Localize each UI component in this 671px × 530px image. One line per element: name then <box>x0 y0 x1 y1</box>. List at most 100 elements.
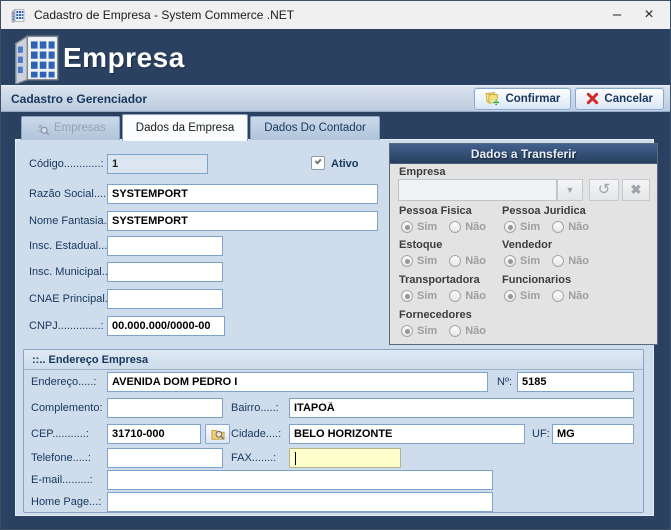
transfer-group-label: Pessoa Fisica <box>399 205 472 217</box>
homepage-label: Home Page...: <box>31 496 102 508</box>
section-header: Cadastro e Gerenciador Confirmar Cancela… <box>1 85 670 112</box>
check-icon <box>314 157 322 165</box>
nome-fantasia-input[interactable] <box>107 211 378 231</box>
radio-nao[interactable] <box>449 221 462 233</box>
transfer-group-fornecedores: Fornecedores Sim Não <box>399 309 498 337</box>
fax-input-focused[interactable] <box>289 448 401 468</box>
radio-sim-label: Sim <box>417 290 438 302</box>
section-title: Cadastro e Gerenciador <box>11 91 148 106</box>
bairro-input[interactable] <box>289 398 634 418</box>
app-building-icon <box>11 9 25 23</box>
cnae-input[interactable] <box>107 289 223 309</box>
radio-sim[interactable] <box>504 221 516 233</box>
tab-empresas[interactable]: Empresas <box>21 116 120 140</box>
radio-nao[interactable] <box>449 255 462 267</box>
radio-sim-label: Sim <box>520 290 541 302</box>
transfer-group-label: Vendedor <box>502 239 553 251</box>
transfer-panel-title: Dados a Transferir <box>390 144 657 164</box>
radio-sim[interactable] <box>401 255 413 267</box>
empresa-combo-label: Empresa <box>399 166 446 178</box>
cep-input[interactable] <box>107 424 201 444</box>
close-button[interactable]: × <box>634 1 664 29</box>
email-label: E-mail.........: <box>31 474 93 486</box>
header-banner: Empresa <box>1 29 670 85</box>
ativo-checkbox[interactable] <box>311 156 325 170</box>
complemento-input[interactable] <box>107 398 223 418</box>
uf-input[interactable] <box>552 424 634 444</box>
radio-sim[interactable] <box>504 290 516 302</box>
combo-dropdown-button[interactable]: ▼ <box>557 179 583 201</box>
cidade-input[interactable] <box>289 424 525 444</box>
transfer-group-pessoa-juridica: Pessoa Juridica Sim Não <box>502 205 601 233</box>
numero-input[interactable] <box>517 372 634 392</box>
complemento-label: Complemento: <box>31 402 103 414</box>
transfer-group-label: Fornecedores <box>399 309 472 321</box>
radio-sim[interactable] <box>401 221 413 233</box>
transfer-group-label: Estoque <box>399 239 443 251</box>
text-caret <box>295 451 296 465</box>
radio-nao-label: Não <box>568 221 589 233</box>
cep-label: CEP...........: <box>31 428 89 440</box>
telefone-label: Telefone.....: <box>31 452 91 464</box>
cancel-x-icon <box>587 92 599 105</box>
radio-sim-label: Sim <box>417 255 438 267</box>
radio-nao-label: Não <box>465 290 486 302</box>
radio-sim[interactable] <box>401 325 413 337</box>
combo-clear-button[interactable]: ✖ <box>622 179 650 201</box>
insc-municipal-input[interactable] <box>107 262 223 282</box>
bairro-label: Bairro.....: <box>231 402 279 414</box>
nome-fantasia-label: Nome Fantasia..: <box>29 215 113 227</box>
numero-label: Nº: <box>497 376 513 388</box>
endereco-input[interactable] <box>107 372 488 392</box>
uf-label: UF: <box>532 428 550 440</box>
cep-search-button[interactable] <box>205 424 230 444</box>
transfer-panel-body: Empresa ▼ ↺ ✖ Pessoa Fisica Sim Não Pess… <box>390 164 657 344</box>
radio-sim-label: Sim <box>520 255 541 267</box>
fax-label: FAX.......: <box>231 452 277 464</box>
homepage-input[interactable] <box>107 492 493 512</box>
telefone-input[interactable] <box>107 448 223 468</box>
radio-nao[interactable] <box>552 255 565 267</box>
tab-dados-da-empresa[interactable]: Dados da Empresa <box>121 114 249 141</box>
cidade-label: Cidade....: <box>231 428 282 440</box>
refresh-icon: ↺ <box>597 181 611 198</box>
cancel-button[interactable]: Cancelar <box>575 87 664 110</box>
radio-sim[interactable] <box>504 255 516 267</box>
transfer-group-transportadora: Transportadora Sim Não <box>399 274 498 302</box>
search-user-icon <box>37 124 49 135</box>
insc-estadual-input[interactable] <box>107 236 223 256</box>
window-title: Cadastro de Empresa - System Commerce .N… <box>34 8 295 22</box>
transfer-group-pessoa-fisica: Pessoa Fisica Sim Não <box>399 205 498 233</box>
radio-sim[interactable] <box>401 290 413 302</box>
radio-nao-label: Não <box>568 255 589 267</box>
radio-nao[interactable] <box>552 290 565 302</box>
radio-nao-label: Não <box>465 221 486 233</box>
email-input[interactable] <box>107 470 493 490</box>
tab-dados-da-empresa-label: Dados da Empresa <box>135 122 235 134</box>
transfer-group-label: Funcionarios <box>502 274 572 286</box>
minimize-button[interactable]: – <box>602 1 632 29</box>
confirm-button-label: Confirmar <box>505 92 561 105</box>
radio-nao[interactable] <box>552 221 565 233</box>
radio-nao[interactable] <box>449 290 462 302</box>
endereco-empresa-group: ::.. Endereço Empresa Endereço.....: Nº:… <box>23 349 644 513</box>
radio-nao[interactable] <box>449 325 462 337</box>
razao-social-label: Razão Social.....: <box>29 188 113 200</box>
razao-social-input[interactable] <box>107 184 378 204</box>
transfer-group-label: Transportadora <box>399 274 480 286</box>
cnpj-input[interactable] <box>107 316 225 336</box>
cnpj-label: CNPJ..............: <box>29 320 104 332</box>
insc-municipal-label: Insc. Municipal..: <box>29 266 111 278</box>
codigo-input[interactable] <box>107 154 208 174</box>
empresa-combo-field[interactable] <box>398 179 557 201</box>
empresa-combo: ▼ ↺ ✖ <box>398 179 650 201</box>
tab-dados-do-contador[interactable]: Dados Do Contador <box>250 116 380 140</box>
confirm-button[interactable]: Confirmar <box>474 87 572 110</box>
app-window: Cadastro de Empresa - System Commerce .N… <box>0 0 671 530</box>
combo-refresh-button[interactable]: ↺ <box>589 179 619 201</box>
endereco-label: Endereço.....: <box>31 376 97 388</box>
insc-estadual-label: Insc. Estadual...: <box>29 240 111 252</box>
cnae-label: CNAE Principal.: <box>29 293 111 305</box>
title-bar: Cadastro de Empresa - System Commerce .N… <box>1 1 670 29</box>
transfer-group-funcionarios: Funcionarios Sim Não <box>502 274 601 302</box>
